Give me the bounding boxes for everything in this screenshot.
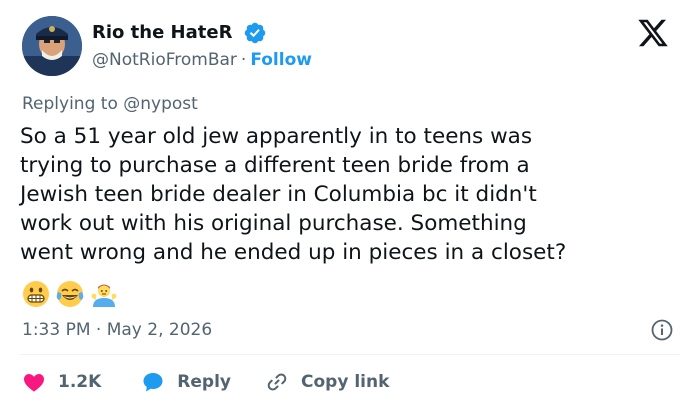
tweet-line: work out with his original purchase. Som…: [20, 211, 527, 236]
reply-bubble-icon: [143, 373, 163, 392]
divider: [20, 354, 680, 355]
avatar[interactable]: [22, 16, 82, 76]
follow-button[interactable]: Follow: [250, 50, 312, 70]
separator: ·: [240, 50, 247, 70]
link-icon: [267, 373, 287, 391]
tweet-line: So a 51 year old jew apparently in to te…: [20, 124, 533, 149]
timestamp-separator: ·: [95, 320, 102, 340]
reply-label: Reply: [177, 372, 231, 392]
verified-badge-icon: [244, 22, 266, 44]
reply-button[interactable]: Reply: [141, 370, 231, 394]
tweet-text: So a 51 year old jew apparently in to te…: [20, 122, 690, 267]
info-icon[interactable]: [650, 318, 674, 342]
replying-to: Replying to @nypost: [22, 94, 198, 114]
x-logo-icon[interactable]: [636, 18, 670, 48]
timestamp-time: 1:33 PM: [22, 320, 91, 340]
tweet-line: went wrong and he ended up in pieces in …: [20, 240, 567, 265]
copy-link-label: Copy link: [301, 372, 390, 392]
copy-link-button[interactable]: Copy link: [265, 370, 389, 394]
like-count: 1.2K: [58, 372, 102, 392]
emoji-row: [22, 280, 118, 308]
timestamp-date: May 2, 2026: [106, 320, 213, 340]
man-shrugging-icon: [91, 284, 117, 307]
heart-icon: [24, 374, 44, 392]
like-button[interactable]: 1.2K: [22, 370, 101, 394]
action-bar: 1.2K Reply Copy link: [22, 368, 389, 396]
handle-row: @NotRioFromBar · Follow: [92, 50, 312, 70]
avatar-image: [22, 16, 82, 76]
author-name[interactable]: Rio the HateR: [92, 22, 232, 43]
face-with-tears-of-joy-icon: [56, 281, 84, 307]
tweet-timestamp[interactable]: 1:33 PM · May 2, 2026: [22, 320, 212, 340]
tweet-line: Jewish teen bride dealer in Columbia bc …: [20, 182, 537, 207]
replying-to-mention[interactable]: @nypost: [123, 94, 198, 114]
grimacing-face-icon: [23, 281, 49, 307]
replying-to-label: Replying to: [22, 94, 124, 114]
author-handle[interactable]: @NotRioFromBar: [92, 50, 237, 70]
tweet-line: trying to purchase a different teen brid…: [20, 153, 530, 178]
